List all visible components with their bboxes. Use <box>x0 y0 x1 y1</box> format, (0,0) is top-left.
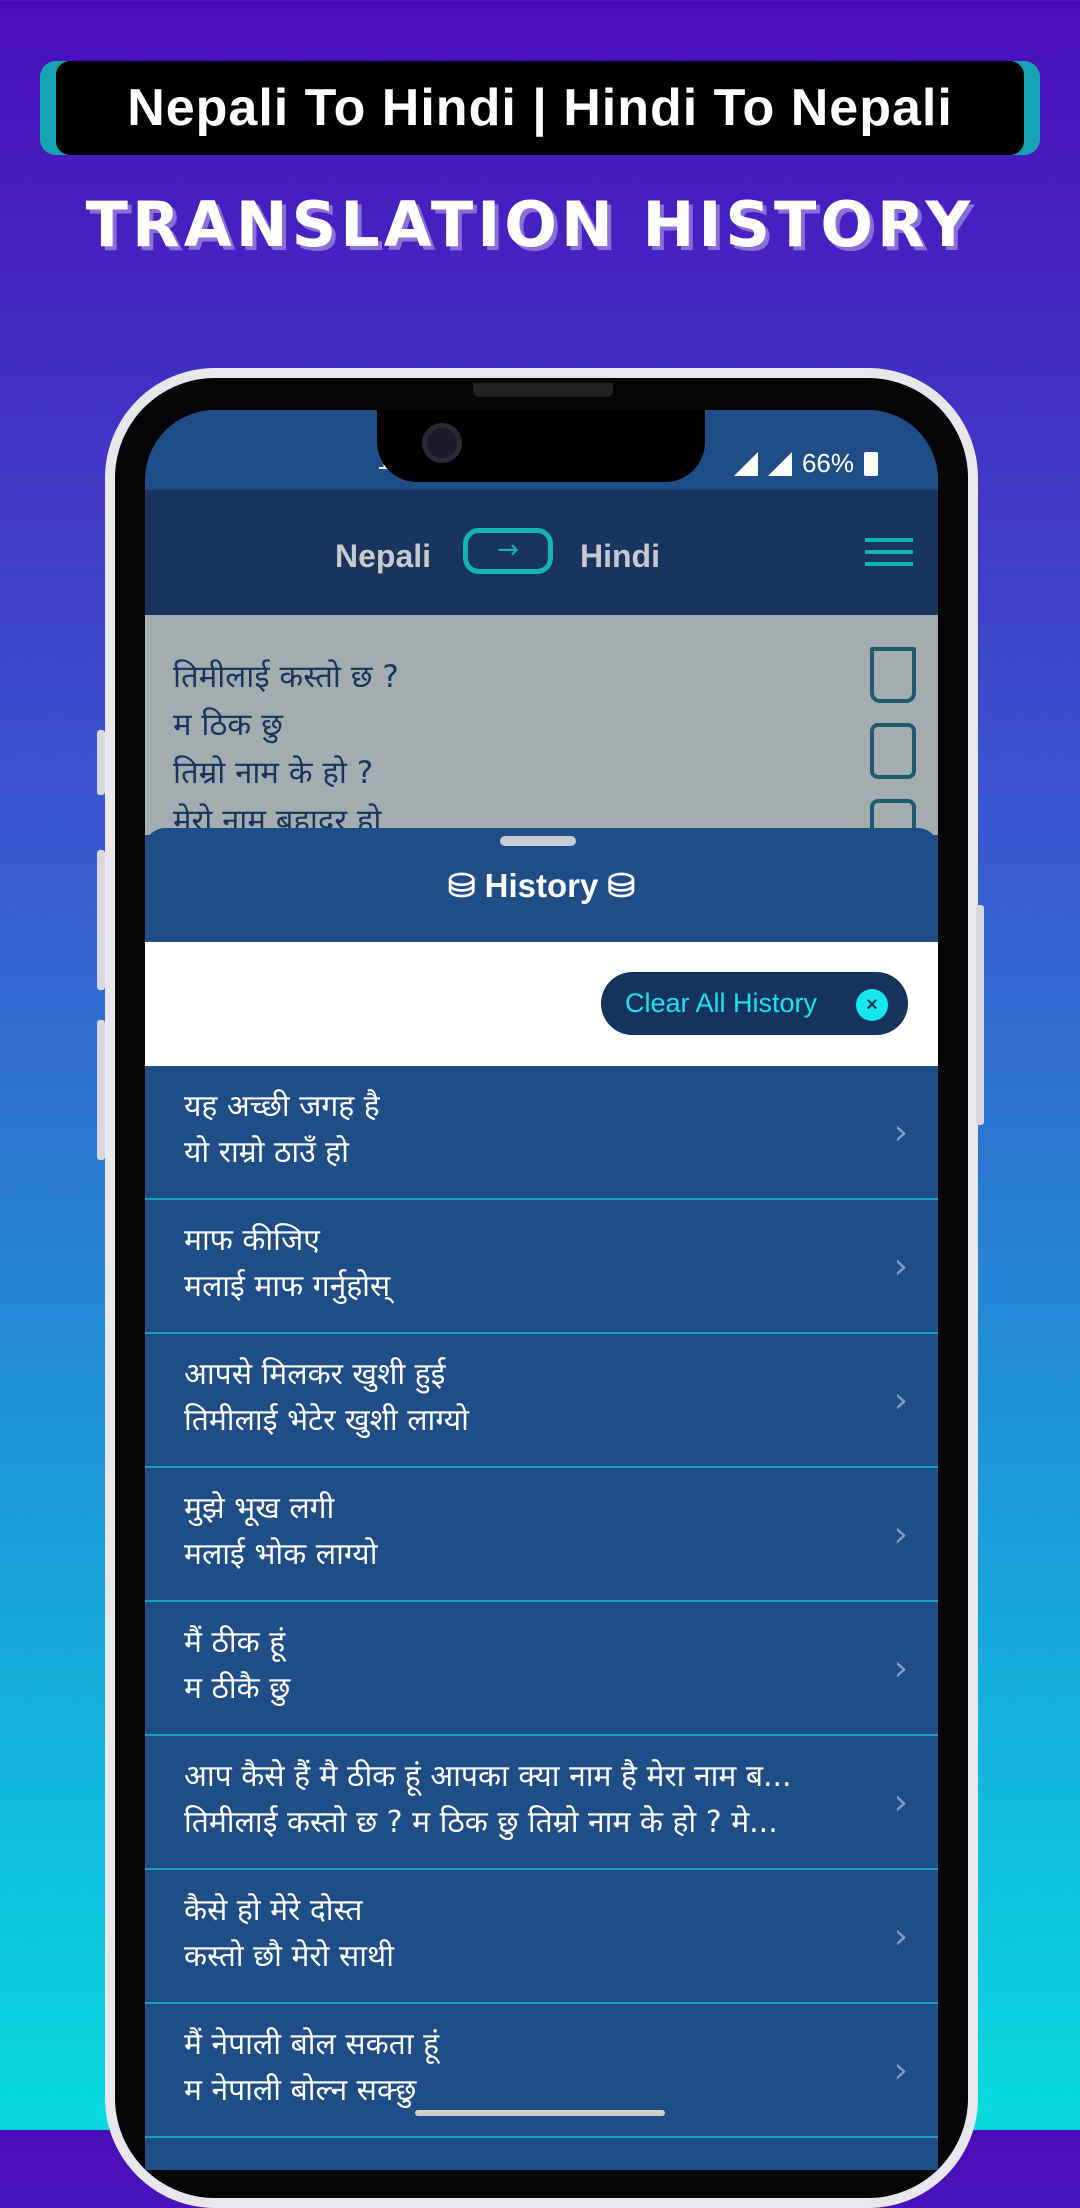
chevron-right-icon: › <box>893 1112 908 1153</box>
history-item[interactable]: यह अच्छी जगह है यो राम्रो ठाउँ हो › <box>145 1066 938 1200</box>
history-item[interactable]: कैसे हो मेरे दोस्त कस्तो छौ मेरो साथी › <box>145 1870 938 2004</box>
history-item[interactable]: आपसे मिलकर खुशी हुई तिमीलाई भेटेर खुशी ला… <box>145 1334 938 1468</box>
target-language[interactable]: Hindi <box>580 538 660 575</box>
phone-screen: 1 66% Nepali → Hindi तिमीलाई कस्तो छ ? म… <box>145 410 938 2170</box>
database-icon: ⛁ <box>447 867 476 904</box>
chevron-right-icon: › <box>893 1380 908 1421</box>
trash-icon[interactable] <box>870 647 916 703</box>
history-item[interactable]: मैं नेपाली बोल सकता हूं म नेपाली बोल्न सक… <box>145 2004 938 2138</box>
chevron-right-icon: › <box>893 1782 908 1823</box>
input-line: तिमीलाई कस्तो छ ? <box>173 659 399 695</box>
battery-percent: 66% <box>801 448 854 478</box>
battery-icon <box>864 451 878 476</box>
input-text-area[interactable]: तिमीलाई कस्तो छ ? म ठिक छु तिम्रो नाम के… <box>145 615 938 855</box>
input-line: म ठिक छु <box>173 707 283 743</box>
chevron-right-icon: › <box>893 2050 908 2091</box>
history-list[interactable]: यह अच्छी जगह है यो राम्रो ठाउँ हो › माफ की… <box>145 1066 938 2138</box>
headline: TRANSLATION HISTORY <box>85 188 975 261</box>
history-sheet: ⛁ History ⛁ Clear All History × यह अच्छी … <box>145 828 938 2170</box>
arrow-right-icon: → <box>497 535 519 565</box>
clipboard-icon[interactable] <box>870 723 916 779</box>
history-item[interactable]: मैं ठीक हूं म ठीकै छु › <box>145 1602 938 1736</box>
sheet-title: ⛁ History ⛁ <box>447 867 636 904</box>
chevron-right-icon: › <box>893 1648 908 1689</box>
close-circle-icon: × <box>856 989 888 1021</box>
clear-all-history-button[interactable]: Clear All History × <box>601 972 908 1035</box>
notch <box>377 410 705 482</box>
chevron-right-icon: › <box>893 1246 908 1287</box>
input-line: तिम्रो नाम के हो ? <box>173 755 374 791</box>
drag-handle[interactable] <box>500 836 576 846</box>
title-banner: Nepali To Hindi | Hindi To Nepali <box>40 61 1040 155</box>
history-item[interactable]: माफ कीजिए मलाई माफ गर्नुहोस् › <box>145 1200 938 1334</box>
history-item[interactable]: मुझे भूख लगी मलाई भोक लाग्यो › <box>145 1468 938 1602</box>
history-item[interactable]: आप कैसे हैं मै ठीक हूं आपका क्या नाम है … <box>145 1736 938 1870</box>
home-indicator[interactable] <box>415 2110 665 2116</box>
signal-icon <box>767 451 792 476</box>
hamburger-icon[interactable] <box>865 538 913 568</box>
app-bar: Nepali → Hindi <box>145 490 938 615</box>
signal-icon <box>733 451 758 476</box>
banner-title: Nepali To Hindi | Hindi To Nepali <box>56 61 1024 155</box>
camera-icon <box>422 423 462 463</box>
chevron-right-icon: › <box>893 1514 908 1555</box>
chevron-right-icon: › <box>893 1916 908 1957</box>
source-language[interactable]: Nepali <box>335 538 431 575</box>
database-icon: ⛁ <box>607 867 636 904</box>
swap-language-button[interactable]: → <box>463 528 553 574</box>
